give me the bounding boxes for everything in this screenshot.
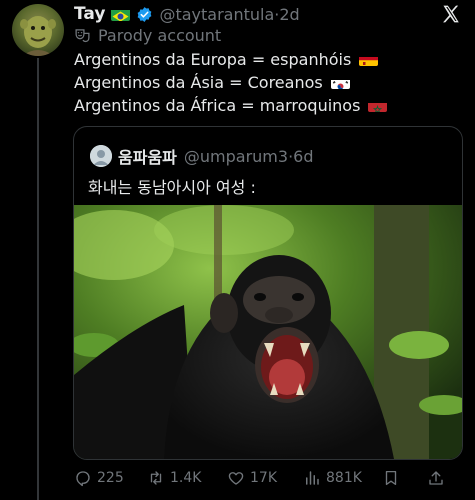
south-korea-flag-icon [330,76,350,89]
quoted-timestamp[interactable]: 6d [293,147,313,166]
verified-badge-icon[interactable] [136,6,153,23]
chimpanzee-photo[interactable] [74,205,462,459]
heart-icon [228,472,244,485]
quoted-handle[interactable]: @umparum3 [184,147,288,166]
like-count: 17K [250,470,277,486]
parody-label-text: Parody account [98,26,222,45]
reply-button[interactable]: 225 [74,469,147,487]
repost-icon [150,471,162,485]
quoted-avatar[interactable] [90,145,112,167]
avatar[interactable] [12,4,64,56]
repost-button[interactable]: 1.4K [147,469,227,487]
theater-masks-icon [75,29,90,43]
default-profile-icon [90,145,112,167]
repost-count: 1.4K [170,470,202,486]
display-name[interactable]: Tay [74,4,105,24]
action-bar: 225 1.4K 17K 881K [74,466,464,490]
quoted-text: 화내는 동남아시아 여성 : [88,178,256,197]
share-button[interactable] [427,469,445,487]
reply-icon [76,471,90,487]
parody-label: Parody account [74,26,221,45]
morocco-flag-icon [368,99,388,112]
quoted-display-name[interactable]: 움파움파 [118,144,177,168]
analytics-icon [306,471,319,485]
thread-line [37,58,39,500]
tweet-text: Argentinos da Europa = espanhóis Argenti… [74,48,388,117]
bookmark-icon [385,470,397,486]
share-icon [429,471,443,485]
like-button[interactable]: 17K [227,469,303,487]
avatar-image [20,16,56,56]
x-logo-icon[interactable] [441,4,461,24]
timestamp[interactable]: 2d [279,5,299,24]
quoted-tweet-card[interactable]: 움파움파 @umparum3·6d 화내는 동남아시아 여성 : [73,126,463,460]
views-count: 881K [326,470,362,486]
spain-flag-icon [359,53,379,66]
views-button[interactable]: 881K [303,469,382,487]
brazil-flag-icon [111,8,131,21]
bookmark-button[interactable] [382,469,427,487]
tweet-header: Tay @taytarantula·2d [74,2,300,26]
tweet-line: Argentinos da Europa = espanhóis [74,50,352,69]
handle[interactable]: @taytarantula [159,5,274,24]
tweet-line: Argentinos da Ásia = Coreanos [74,73,323,92]
quoted-header: 움파움파 @umparum3·6d [118,144,314,168]
reply-count: 225 [97,470,124,486]
tweet-line: Argentinos da África = marroquinos [74,96,361,115]
